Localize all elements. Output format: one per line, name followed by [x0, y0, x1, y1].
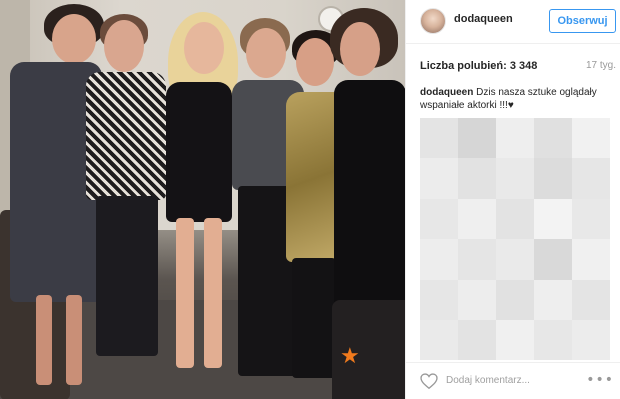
more-options-icon[interactable]: ••• — [586, 373, 614, 387]
follow-button[interactable]: Obserwuj — [549, 9, 616, 33]
post-photo[interactable]: ★ — [0, 0, 405, 399]
post-footer: Dodaj komentarz... ••• — [406, 362, 620, 399]
pixelated-comments-area — [420, 118, 610, 360]
likes-count[interactable]: Liczba polubień: 3 348 — [420, 60, 537, 72]
comment-author[interactable]: dodaqueen — [420, 87, 473, 98]
heart-icon[interactable] — [420, 373, 438, 389]
post-header: dodaqueen Obserwuj — [406, 0, 620, 44]
stats-row: Liczba polubień: 3 348 17 tyg. — [420, 60, 616, 76]
instagram-post: ★ dodaqueen Obserwuj Liczba polubień: 3 … — [0, 0, 620, 399]
username-link[interactable]: dodaqueen — [454, 13, 513, 25]
side-panel: dodaqueen Obserwuj Liczba polubień: 3 34… — [406, 0, 620, 399]
post-age[interactable]: 17 tyg. — [586, 60, 616, 71]
caption-comment: dodaqueen Dzis nasza sztuke oglądały wsp… — [420, 86, 610, 112]
add-comment-input[interactable]: Dodaj komentarz... — [446, 375, 530, 386]
photo-star-decal: ★ — [340, 344, 360, 369]
avatar-icon[interactable] — [420, 8, 446, 34]
